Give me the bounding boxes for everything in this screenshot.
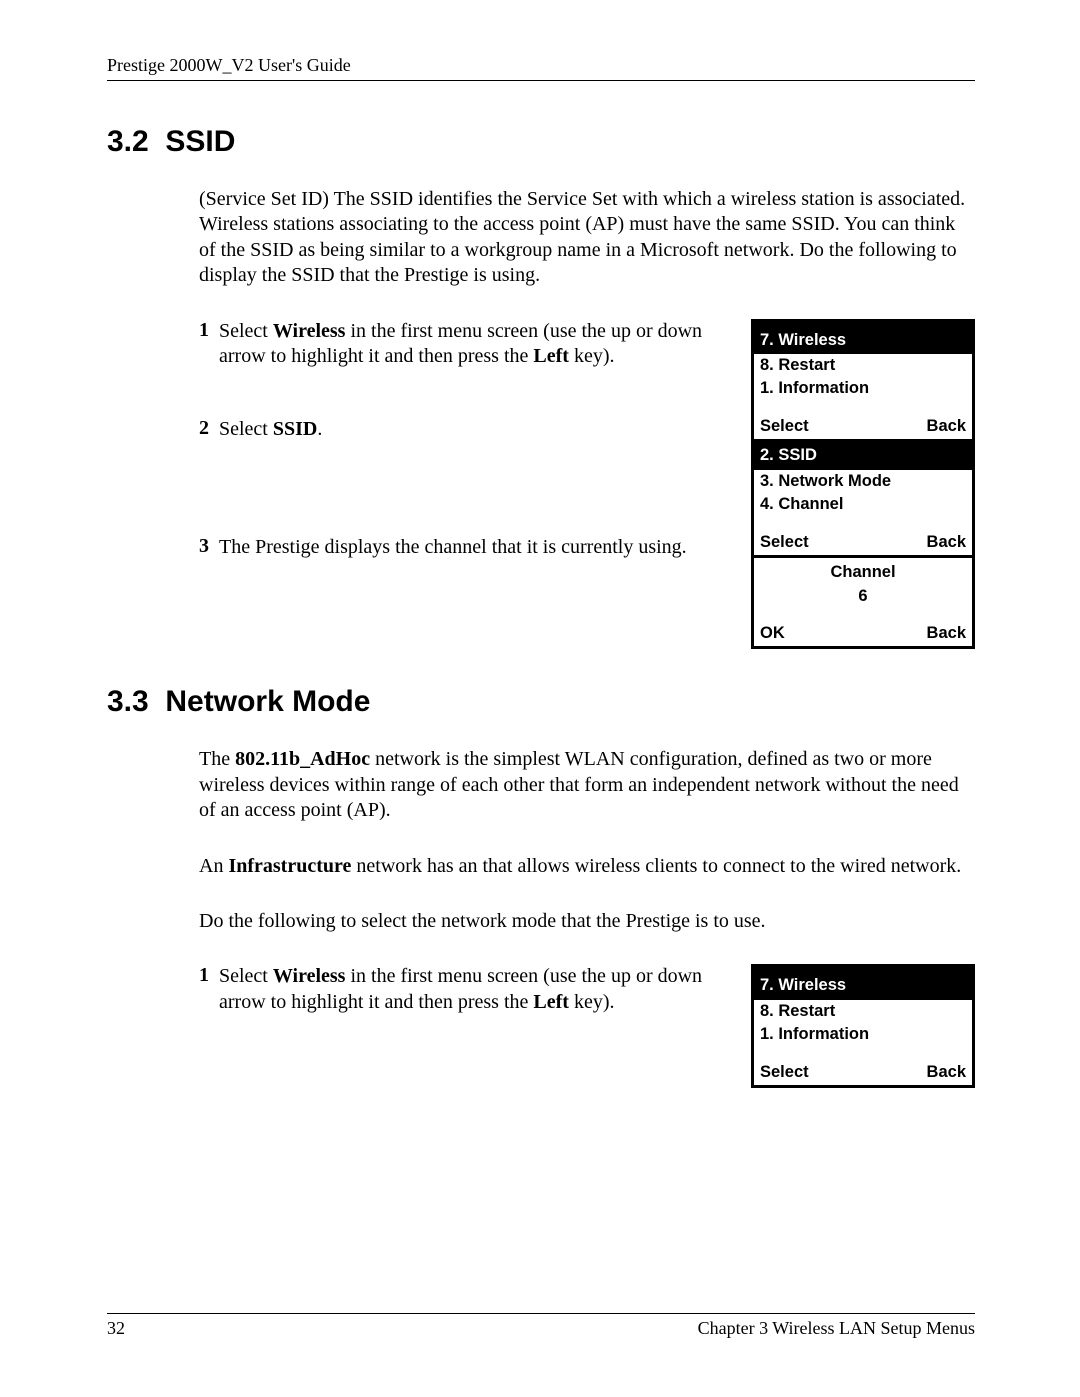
lcd-screen-wireless-menu: 7. Wireless 8. Restart 1. Information Se…: [751, 319, 975, 443]
section-3-2-heading: 3.2 SSID: [107, 125, 975, 159]
lcd-item: 8. Restart: [754, 1000, 972, 1023]
section-number: 3.3: [107, 685, 149, 718]
running-header: Prestige 2000W_V2 User's Guide: [107, 55, 975, 81]
lcd-softkey-left: Select: [760, 1062, 809, 1083]
section-3-3-heading: 3.3 Network Mode: [107, 685, 975, 719]
lcd-item: 4. Channel: [754, 493, 972, 516]
step-number: 1: [199, 319, 219, 342]
lcd-softkey-right: Back: [927, 623, 966, 644]
lcd-title: Channel: [754, 558, 972, 584]
lcd-item: 1. Information: [754, 1023, 972, 1046]
step-1-text: Select Wireless in the first menu screen…: [219, 319, 731, 370]
lcd-softkey-left: Select: [760, 532, 809, 553]
lcd-softkey-right: Back: [927, 1062, 966, 1083]
section-3-3-p1: The 802.11b_AdHoc network is the simples…: [199, 747, 975, 823]
lcd-screen-wireless-menu: 7. Wireless 8. Restart 1. Information Se…: [751, 964, 975, 1088]
lcd-screen-ssid-menu: 2. SSID 3. Network Mode 4. Channel Selec…: [751, 442, 975, 558]
lcd-item: 1. Information: [754, 377, 972, 400]
step-2-text: Select SSID.: [219, 417, 731, 442]
section-3-2-intro: (Service Set ID) The SSID identifies the…: [199, 187, 975, 289]
section-3-3-p2: An Infrastructure network has an that al…: [199, 854, 975, 879]
lcd-softkey-right: Back: [927, 416, 966, 437]
step-1-text: Select Wireless in the first menu screen…: [219, 964, 731, 1015]
lcd-value: 6: [754, 585, 972, 608]
lcd-selected-item: 2. SSID: [754, 442, 972, 469]
section-number: 3.2: [107, 125, 149, 158]
lcd-item: 3. Network Mode: [754, 470, 972, 493]
step-number: 1: [199, 964, 219, 987]
lcd-softkey-right: Back: [927, 532, 966, 553]
lcd-softkey-left: OK: [760, 623, 785, 644]
step-3-text: The Prestige displays the channel that i…: [219, 535, 731, 560]
page-number: 32: [107, 1318, 125, 1339]
section-title: SSID: [165, 125, 235, 158]
step-number: 3: [199, 535, 219, 558]
step-number: 2: [199, 417, 219, 440]
lcd-screen-channel-display: Channel 6 OK Back: [751, 558, 975, 649]
page-footer: 32 Chapter 3 Wireless LAN Setup Menus: [107, 1313, 975, 1339]
lcd-softkey-left: Select: [760, 416, 809, 437]
lcd-selected-item: 7. Wireless: [754, 972, 972, 999]
section-title: Network Mode: [165, 685, 370, 718]
lcd-item: 8. Restart: [754, 354, 972, 377]
chapter-label: Chapter 3 Wireless LAN Setup Menus: [698, 1318, 975, 1339]
section-3-3-p3: Do the following to select the network m…: [199, 909, 975, 934]
lcd-selected-item: 7. Wireless: [754, 327, 972, 354]
